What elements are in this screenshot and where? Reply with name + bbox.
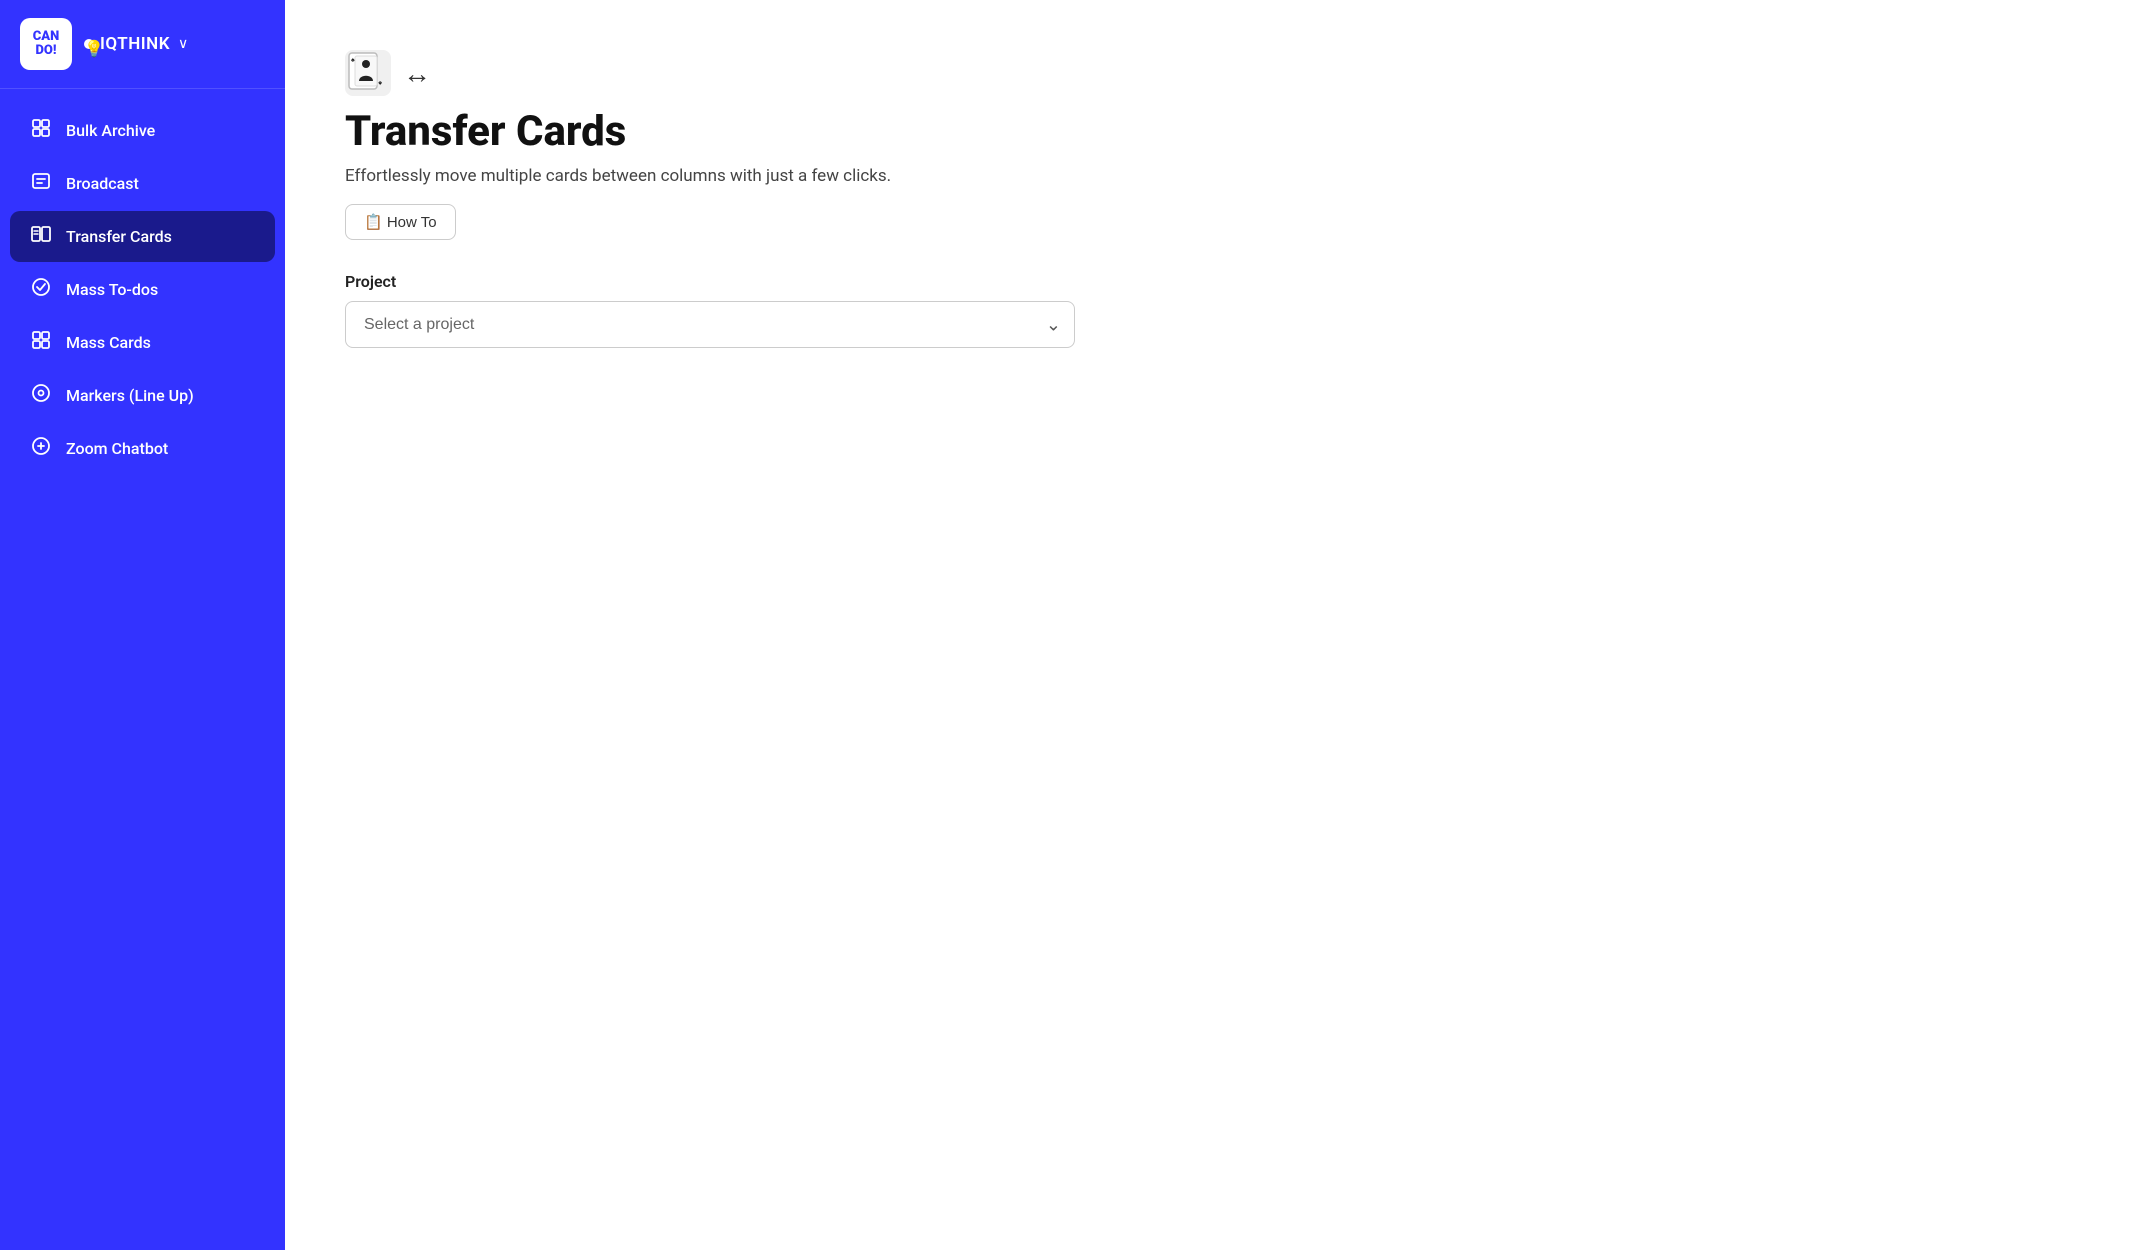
- mass-cards-label: Mass Cards: [66, 333, 151, 352]
- sidebar-item-transfer-cards[interactable]: Transfer Cards: [10, 211, 275, 262]
- sidebar-nav: Bulk Archive Broadcast: [0, 89, 285, 490]
- broadcast-icon: [30, 171, 52, 196]
- sidebar-item-mass-cards[interactable]: Mass Cards: [10, 317, 275, 368]
- how-to-button[interactable]: 📋 How To: [345, 204, 456, 240]
- page-title: Transfer Cards: [345, 108, 2082, 156]
- mass-todos-label: Mass To-dos: [66, 280, 158, 299]
- sidebar-item-markers[interactable]: Markers (Line Up): [10, 370, 275, 421]
- page-header: ♠ ♠ ↔ Transfer Cards Effortlessly move m…: [345, 50, 2082, 240]
- transfer-arrow-icon: ↔: [403, 57, 431, 90]
- org-indicator-dot: 💡: [84, 39, 94, 49]
- project-select[interactable]: Select a project: [345, 301, 1075, 348]
- sidebar-item-bulk-archive[interactable]: Bulk Archive: [10, 105, 275, 156]
- bulk-archive-icon: [30, 118, 52, 143]
- transfer-cards-label: Transfer Cards: [66, 227, 172, 246]
- main-content: ♠ ♠ ↔ Transfer Cards Effortlessly move m…: [285, 0, 2142, 1250]
- project-section: Project Select a project ⌄: [345, 272, 2082, 348]
- app-logo: CANDO!: [20, 18, 72, 70]
- page-icon-row: ♠ ♠ ↔: [345, 50, 2082, 96]
- project-select-wrapper: Select a project ⌄: [345, 301, 1075, 348]
- project-label: Project: [345, 272, 2082, 291]
- mass-cards-icon: [30, 330, 52, 355]
- org-selector[interactable]: 💡 IQTHINK ∨: [84, 34, 188, 54]
- zoom-chatbot-icon: [30, 436, 52, 461]
- transfer-cards-icon: [30, 224, 52, 249]
- sidebar-item-broadcast[interactable]: Broadcast: [10, 158, 275, 209]
- sidebar: CANDO! 💡 IQTHINK ∨ Bulk Archive: [0, 0, 285, 1250]
- markers-label: Markers (Line Up): [66, 386, 194, 405]
- mass-todos-icon: [30, 277, 52, 302]
- zoom-chatbot-label: Zoom Chatbot: [66, 439, 168, 458]
- org-chevron-icon: ∨: [178, 36, 188, 52]
- broadcast-label: Broadcast: [66, 174, 139, 193]
- svg-text:♠: ♠: [351, 56, 355, 64]
- page-card-icon: ♠ ♠: [345, 50, 391, 96]
- markers-icon: [30, 383, 52, 408]
- how-to-button-label: 📋 How To: [364, 213, 437, 231]
- bulk-archive-label: Bulk Archive: [66, 121, 155, 140]
- sidebar-item-mass-todos[interactable]: Mass To-dos: [10, 264, 275, 315]
- sidebar-header: CANDO! 💡 IQTHINK ∨: [0, 0, 285, 89]
- page-subtitle: Effortlessly move multiple cards between…: [345, 166, 2082, 186]
- sidebar-item-zoom-chatbot[interactable]: Zoom Chatbot: [10, 423, 275, 474]
- svg-text:♠: ♠: [378, 79, 382, 87]
- org-name: IQTHINK: [100, 34, 170, 54]
